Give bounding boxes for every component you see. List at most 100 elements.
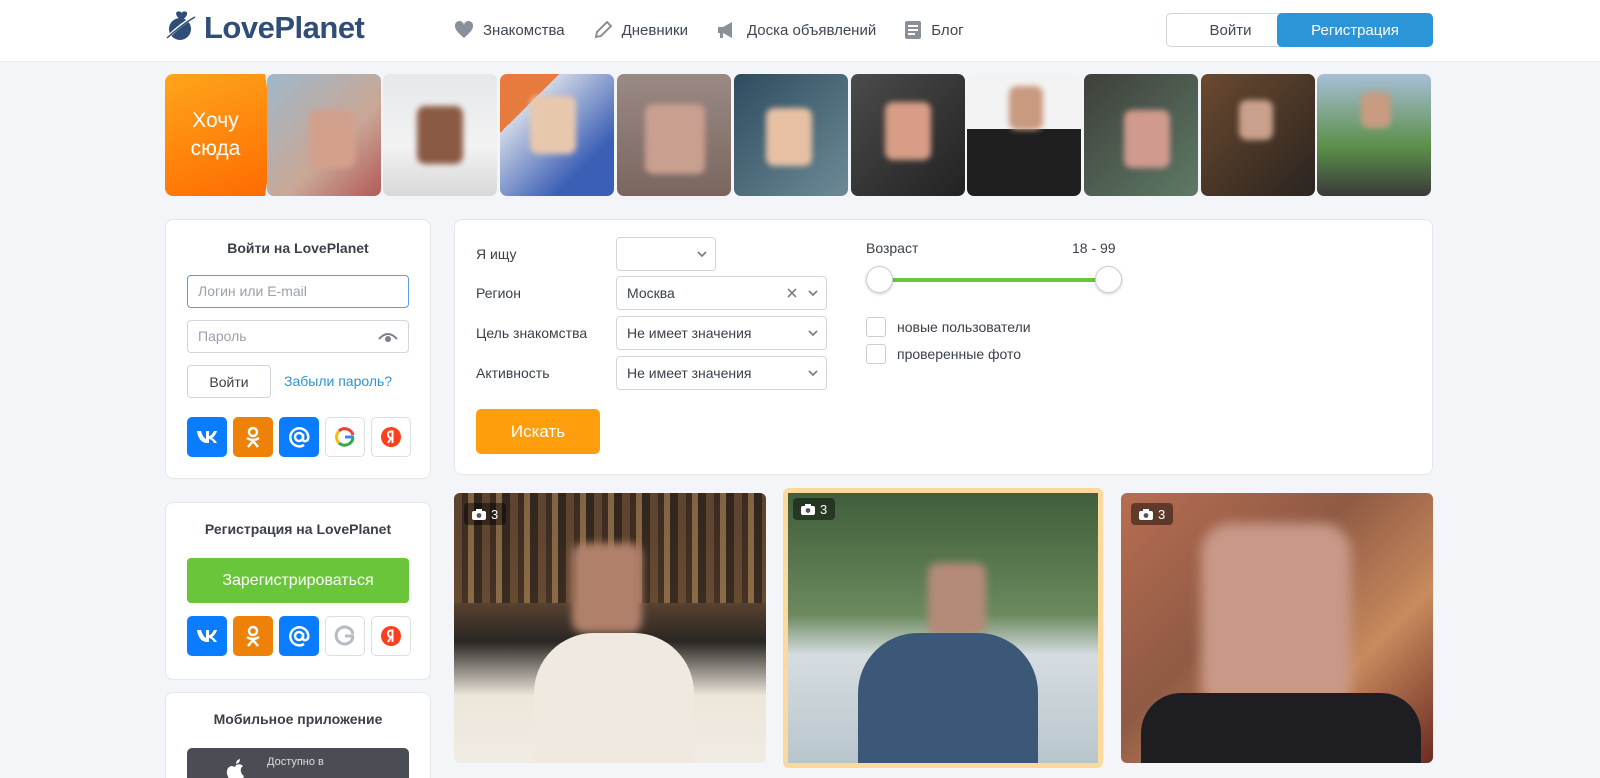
goal-value: Не имеет значения (627, 325, 752, 341)
social-register-row (187, 616, 411, 656)
top-header: LovePlanet Знакомства Дневники Доска объ… (0, 0, 1600, 62)
heart-icon (454, 21, 474, 38)
mobile-panel-title: Мобильное приложение (213, 711, 383, 727)
sweater (534, 633, 694, 763)
chevron-down-icon (808, 330, 818, 337)
featured-photo[interactable] (967, 74, 1081, 196)
photo-count: 3 (820, 501, 828, 517)
photo-count: 3 (491, 506, 499, 522)
ok-icon[interactable] (233, 417, 273, 457)
new-users-checkbox[interactable] (866, 317, 886, 337)
featured-photo[interactable] (383, 74, 497, 196)
register-panel-title: Регистрация на LovePlanet (204, 521, 392, 537)
nav-label: Блог (931, 21, 964, 39)
denim-jacket (858, 633, 1038, 763)
age-max-handle[interactable] (1095, 266, 1122, 293)
logo-text: LovePlanet (204, 10, 365, 45)
chevron-down-icon (808, 370, 818, 377)
photo-count-badge: 3 (1131, 503, 1174, 525)
login-input[interactable]: Логин или E-mail (187, 275, 409, 308)
activity-label: Активность (476, 365, 550, 381)
nav-item-blog[interactable]: Блог (904, 18, 964, 42)
logo[interactable]: LovePlanet (164, 10, 365, 46)
login-panel-title: Войти на LovePlanet (227, 240, 369, 256)
photo-count-badge: 3 (793, 498, 836, 520)
google-icon[interactable] (325, 417, 365, 457)
nav-item-board[interactable]: Доска объявлений (716, 18, 876, 42)
region-value: Москва (627, 285, 675, 301)
region-label: Регион (476, 285, 521, 301)
region-select[interactable]: Москва (616, 276, 827, 310)
password-placeholder: Пароль (198, 328, 247, 344)
featured-photo[interactable] (1084, 74, 1198, 196)
blurred-face (1201, 523, 1351, 713)
clear-icon[interactable] (786, 287, 798, 299)
goal-select[interactable]: Не имеет значения (616, 316, 827, 350)
planet-logo-icon (166, 11, 197, 40)
profile-card-highlighted[interactable]: 3 (783, 488, 1103, 768)
verified-photos-label: проверенные фото (897, 346, 1022, 362)
activity-select[interactable]: Не имеет значения (616, 356, 827, 390)
profile-photo: 3 (788, 493, 1098, 763)
mail-icon[interactable] (279, 616, 319, 656)
mobile-app-panel: Мобильное приложение Доступно в (165, 692, 431, 778)
pencil-icon (594, 20, 613, 39)
seeking-select[interactable] (616, 237, 716, 271)
activity-value: Не имеет значения (627, 365, 752, 381)
password-input[interactable]: Пароль (187, 320, 409, 353)
nav-label: Доска объявлений (746, 21, 877, 39)
document-icon (905, 21, 922, 39)
eye-icon[interactable] (378, 331, 398, 343)
dark-top (1141, 693, 1421, 763)
verified-photos-checkbox[interactable] (866, 344, 886, 364)
new-users-label: новые пользователи (897, 319, 1031, 335)
photo-count-badge: 3 (464, 503, 507, 525)
featured-photo[interactable] (1201, 74, 1315, 196)
register-button[interactable]: Регистрация (1277, 13, 1433, 47)
nav-item-dating[interactable]: Знакомства (454, 18, 565, 42)
featured-photo-strip: Хочу сюда (165, 74, 1433, 196)
seeking-label: Я ищу (476, 246, 517, 262)
forgot-password-link[interactable]: Забыли пароль? (284, 373, 392, 389)
age-slider-track[interactable] (879, 278, 1109, 282)
chevron-down-icon (808, 290, 818, 297)
want-here-button[interactable]: Хочу сюда (165, 74, 274, 196)
profile-card[interactable]: 3 (1121, 493, 1433, 763)
register-submit-button[interactable]: Зарегистрироваться (187, 558, 409, 603)
age-label: Возраст (866, 240, 919, 256)
yandex-icon[interactable] (371, 417, 411, 457)
nav-item-diaries[interactable]: Дневники (593, 18, 688, 42)
camera-icon (1139, 508, 1153, 520)
age-min-handle[interactable] (866, 266, 893, 293)
featured-photo[interactable] (1317, 74, 1431, 196)
login-panel: Войти на LovePlanet Логин или E-mail Пар… (165, 219, 431, 479)
appstore-button[interactable]: Доступно в (187, 748, 409, 778)
register-panel: Регистрация на LovePlanet Зарегистрирова… (165, 502, 431, 680)
appstore-small-text: Доступно в (267, 756, 324, 768)
social-login-row (187, 417, 411, 457)
search-panel: Я ищу Регион Москва Цель знакомства Не и… (454, 219, 1433, 475)
featured-photo[interactable] (267, 74, 381, 196)
mail-icon[interactable] (279, 417, 319, 457)
chevron-down-icon (697, 251, 707, 258)
camera-icon (801, 503, 815, 515)
featured-photo[interactable] (734, 74, 848, 196)
age-range-value: 18 - 99 (1072, 240, 1116, 256)
login-submit-button[interactable]: Войти (187, 365, 271, 398)
megaphone-icon (717, 22, 732, 38)
featured-photo[interactable] (500, 74, 614, 196)
goal-label: Цель знакомства (476, 325, 588, 341)
login-button[interactable]: Войти (1166, 13, 1295, 47)
google-icon[interactable] (325, 616, 365, 656)
photo-count: 3 (1158, 506, 1166, 522)
vk-icon[interactable] (187, 417, 227, 457)
main-nav: Знакомства Дневники Доска объявлений Бло… (454, 18, 992, 42)
nav-label: Дневники (621, 21, 688, 39)
profile-card[interactable]: 3 (454, 493, 766, 763)
search-button[interactable]: Искать (476, 409, 600, 454)
featured-photo[interactable] (617, 74, 731, 196)
featured-photo[interactable] (851, 74, 965, 196)
vk-icon[interactable] (187, 616, 227, 656)
ok-icon[interactable] (233, 616, 273, 656)
yandex-icon[interactable] (371, 616, 411, 656)
